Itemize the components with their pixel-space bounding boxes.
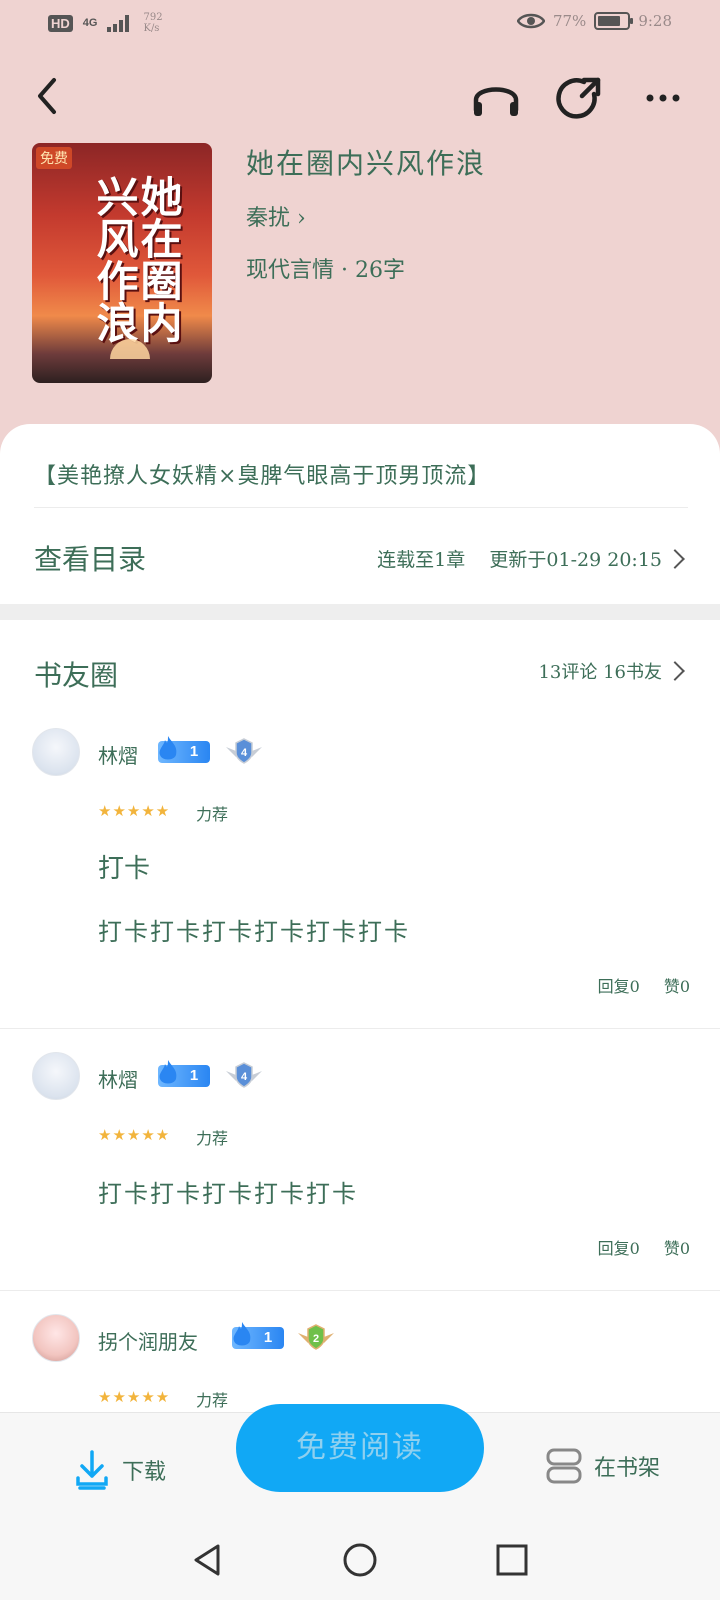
review-stats: 回复0 赞0 bbox=[598, 1235, 690, 1259]
reply-count[interactable]: 回复0 bbox=[598, 1235, 640, 1259]
username[interactable]: 拐个润朋友 bbox=[98, 1326, 198, 1355]
back-icon[interactable] bbox=[28, 72, 68, 120]
fan-level-badge: 1 bbox=[232, 1322, 284, 1349]
recommend-tag: 力荐 bbox=[196, 1129, 229, 1148]
avatar[interactable] bbox=[32, 728, 80, 776]
author-link[interactable]: 秦扰 › bbox=[246, 200, 306, 232]
system-navigation-bar bbox=[0, 1528, 720, 1600]
book-community-title[interactable]: 书友圈 bbox=[34, 654, 118, 694]
avatar[interactable] bbox=[32, 1314, 80, 1362]
review-body: 打卡打卡打卡打卡打卡 bbox=[98, 1180, 358, 1208]
clock: 9:28 bbox=[638, 12, 672, 30]
svg-text:2: 2 bbox=[313, 1333, 319, 1345]
free-read-button[interactable]: 免费阅读 bbox=[236, 1404, 484, 1492]
network-type: 4G bbox=[82, 17, 98, 29]
download-icon bbox=[76, 1450, 108, 1490]
fan-level-badge: 1 bbox=[158, 736, 210, 763]
fan-level-badge: 1 bbox=[158, 1060, 210, 1087]
flame-icon bbox=[233, 1322, 251, 1346]
svg-text:4: 4 bbox=[241, 747, 248, 759]
signal-icon bbox=[107, 15, 130, 32]
download-button[interactable]: 下载 bbox=[74, 1450, 166, 1490]
status-bar: HD 4G 792 K/s 77% 9:28 bbox=[0, 0, 720, 48]
free-tag: 免费 bbox=[36, 147, 72, 169]
username[interactable]: 林熠 bbox=[98, 740, 138, 769]
divider bbox=[34, 507, 688, 508]
share-icon[interactable] bbox=[554, 72, 606, 124]
view-toc-button[interactable]: 查看目录 bbox=[34, 538, 146, 578]
book-title: 她在圈内兴风作浪 bbox=[246, 147, 487, 180]
flame-icon bbox=[159, 1060, 177, 1084]
rating-stars: ★★★★★ bbox=[98, 802, 171, 820]
toc-update-info[interactable]: 连载至1章 更新于01-29 20:15 bbox=[377, 545, 662, 572]
headphones-icon[interactable] bbox=[470, 72, 522, 124]
recommend-tag: 力荐 bbox=[196, 805, 229, 824]
chevron-right-icon bbox=[665, 661, 685, 681]
section-separator bbox=[0, 604, 720, 620]
bookshelf-icon bbox=[546, 1448, 582, 1484]
svg-text:4: 4 bbox=[241, 1071, 248, 1083]
network-speed: 792 K/s bbox=[143, 12, 163, 34]
reply-count[interactable]: 回复0 bbox=[598, 973, 640, 997]
battery-icon bbox=[594, 12, 634, 30]
username[interactable]: 林熠 bbox=[98, 1064, 138, 1093]
level-badge-icon: 4 bbox=[226, 738, 262, 764]
level-badge-icon: 2 bbox=[298, 1324, 334, 1350]
divider bbox=[0, 1028, 720, 1029]
divider bbox=[0, 1290, 720, 1291]
community-summary[interactable]: 13评论 16书友 bbox=[538, 658, 662, 684]
recents-square-icon[interactable] bbox=[494, 1542, 530, 1578]
hd-indicator: HD bbox=[48, 14, 73, 32]
avatar[interactable] bbox=[32, 1052, 80, 1100]
home-circle-icon[interactable] bbox=[342, 1542, 378, 1578]
eye-icon bbox=[516, 13, 545, 29]
more-icon[interactable] bbox=[640, 72, 692, 124]
flame-icon bbox=[159, 736, 177, 760]
recommend-tag: 力荐 bbox=[196, 1391, 229, 1410]
like-count[interactable]: 赞0 bbox=[664, 1235, 690, 1259]
book-intro[interactable]: 【美艳撩人女妖精×臭脾气眼高于顶男顶流】 bbox=[34, 458, 490, 490]
book-cover[interactable]: 免费 她在圈内兴风作浪 bbox=[32, 143, 212, 383]
rating-stars: ★★★★★ bbox=[98, 1126, 171, 1144]
serial-status: 连载至1章 bbox=[377, 549, 466, 571]
level-badge-icon: 4 bbox=[226, 1062, 262, 1088]
battery-percent: 77% bbox=[552, 12, 587, 30]
update-time: 更新于01-29 20:15 bbox=[489, 549, 662, 571]
back-triangle-icon[interactable] bbox=[190, 1542, 226, 1578]
on-shelf-button[interactable]: 在书架 bbox=[544, 1448, 660, 1484]
like-count[interactable]: 赞0 bbox=[664, 973, 690, 997]
review-body: 打卡打卡打卡打卡打卡打卡 bbox=[98, 918, 410, 946]
review-title: 打卡 bbox=[98, 854, 151, 884]
rating-stars: ★★★★★ bbox=[98, 1388, 171, 1406]
review-stats: 回复0 赞0 bbox=[598, 973, 690, 997]
book-meta: 现代言情 · 26字 bbox=[246, 258, 405, 283]
